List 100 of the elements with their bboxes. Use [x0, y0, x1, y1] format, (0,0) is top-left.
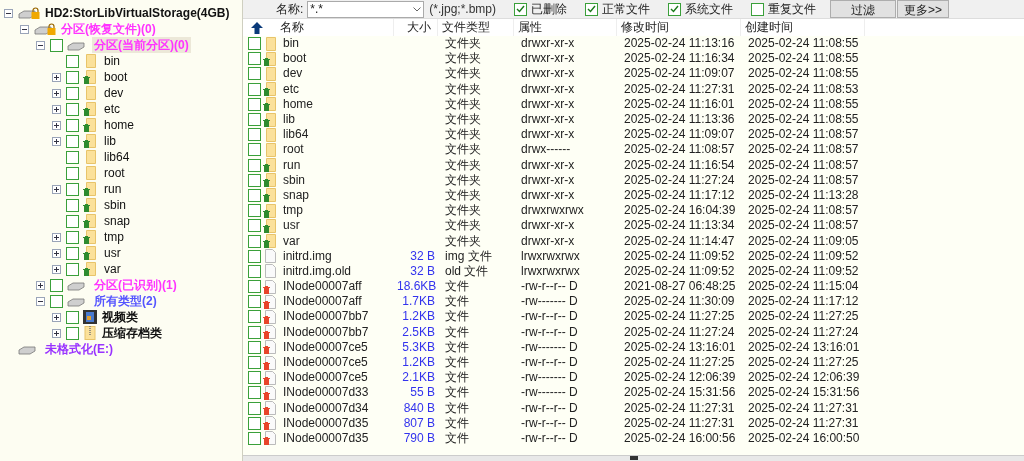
- checkbox[interactable]: [248, 310, 261, 324]
- checkbox[interactable]: [248, 82, 261, 96]
- table-cell-text: drwxr-xr-x: [520, 233, 576, 249]
- expand-toggle[interactable]: [52, 136, 61, 146]
- checkbox[interactable]: [66, 134, 79, 148]
- checkbox[interactable]: [66, 118, 79, 132]
- tree-item[interactable]: 压缩存档类: [100, 325, 164, 341]
- filter-option-label[interactable]: 正常文件: [602, 0, 651, 18]
- checkbox[interactable]: [248, 219, 261, 233]
- checkbox[interactable]: [248, 264, 261, 278]
- table-cell-text: 2025-02-24 11:08:57: [747, 142, 860, 158]
- checkbox[interactable]: [248, 295, 261, 309]
- checkbox[interactable]: [66, 230, 79, 244]
- checkbox[interactable]: [248, 386, 261, 400]
- tree-item[interactable]: lib64: [102, 149, 132, 165]
- checkbox[interactable]: [66, 262, 79, 276]
- collapse-toggle[interactable]: [36, 40, 45, 50]
- checkbox[interactable]: [248, 249, 261, 263]
- checkbox[interactable]: [248, 431, 261, 445]
- checkbox[interactable]: [248, 204, 261, 218]
- expand-toggle[interactable]: [52, 264, 61, 274]
- checkbox[interactable]: [248, 128, 261, 142]
- tree-item[interactable]: lib: [102, 133, 118, 149]
- checkbox[interactable]: [751, 2, 765, 16]
- tree-item[interactable]: run: [102, 181, 124, 197]
- checkbox[interactable]: [585, 2, 599, 16]
- table-cell-text: 2025-02-24 15:31:56: [747, 385, 861, 401]
- checkbox[interactable]: [248, 67, 261, 81]
- checkbox[interactable]: [50, 294, 63, 308]
- checkbox[interactable]: [248, 340, 261, 354]
- filter-option-label[interactable]: 重复文件: [768, 0, 817, 18]
- tree-item[interactable]: 所有类型(2): [92, 293, 159, 309]
- expand-toggle[interactable]: [52, 184, 61, 194]
- checkbox[interactable]: [248, 188, 261, 202]
- tree-item[interactable]: root: [102, 165, 127, 181]
- expand-toggle[interactable]: [52, 88, 61, 98]
- checkbox[interactable]: [248, 280, 261, 294]
- checkbox[interactable]: [248, 371, 261, 385]
- checkbox[interactable]: [66, 214, 79, 228]
- checkbox[interactable]: [248, 143, 261, 157]
- checkbox[interactable]: [66, 102, 79, 116]
- name-combo[interactable]: *.*: [307, 0, 425, 18]
- table-cell-text: 文件夹: [444, 127, 482, 143]
- checkbox[interactable]: [50, 278, 63, 292]
- tree-item[interactable]: home: [102, 117, 137, 133]
- tree-item[interactable]: var: [102, 261, 123, 277]
- checkbox[interactable]: [66, 182, 79, 196]
- collapse-toggle[interactable]: [36, 296, 45, 306]
- checkbox[interactable]: [248, 52, 261, 66]
- expand-toggle[interactable]: [52, 104, 61, 114]
- tree-item[interactable]: sbin: [102, 197, 128, 213]
- tree-item[interactable]: 未格式化(E:): [43, 341, 115, 357]
- expand-toggle[interactable]: [52, 120, 61, 130]
- expand-toggle[interactable]: [52, 328, 61, 338]
- tree-item[interactable]: HD2:StorLibVirtualStorage(4GB): [43, 5, 232, 21]
- expand-toggle[interactable]: [52, 232, 61, 242]
- tree-item[interactable]: snap: [102, 213, 133, 229]
- checkbox[interactable]: [248, 37, 261, 51]
- checkbox[interactable]: [248, 325, 261, 339]
- checkbox[interactable]: [66, 150, 79, 164]
- tree-item[interactable]: dev: [102, 85, 126, 101]
- checkbox[interactable]: [66, 310, 79, 324]
- table-cell-text: 2025-02-24 11:27:31: [623, 400, 736, 416]
- checkbox[interactable]: [66, 198, 79, 212]
- checkbox[interactable]: [248, 97, 261, 111]
- checkbox[interactable]: [66, 326, 79, 340]
- checkbox[interactable]: [248, 401, 261, 415]
- checkbox[interactable]: [50, 38, 63, 52]
- collapse-toggle[interactable]: [20, 24, 29, 34]
- checkbox[interactable]: [66, 70, 79, 84]
- tree-item[interactable]: boot: [102, 69, 130, 85]
- up-arrow-icon[interactable]: [251, 21, 263, 34]
- checkbox[interactable]: [248, 356, 261, 370]
- tree-item[interactable]: tmp: [102, 229, 126, 245]
- checkbox[interactable]: [66, 246, 79, 260]
- checkbox[interactable]: [668, 2, 682, 16]
- checkbox[interactable]: [66, 166, 79, 180]
- expand-toggle[interactable]: [52, 312, 61, 322]
- checkbox[interactable]: [66, 54, 79, 68]
- filter-option-label[interactable]: 系统文件: [685, 0, 734, 18]
- filter-button[interactable]: 过滤: [830, 0, 897, 18]
- collapse-toggle[interactable]: [4, 8, 13, 18]
- expand-toggle[interactable]: [52, 248, 61, 258]
- tree-item[interactable]: bin: [102, 53, 122, 69]
- checkbox[interactable]: [514, 2, 528, 16]
- filter-option-label[interactable]: 已删除: [531, 0, 568, 18]
- table-cell-text: 32 B: [409, 263, 436, 279]
- checkbox[interactable]: [248, 113, 261, 127]
- tree-item[interactable]: etc: [102, 101, 122, 117]
- tree-item[interactable]: usr: [102, 245, 123, 261]
- checkbox[interactable]: [248, 158, 261, 172]
- filter-button[interactable]: 更多>>: [897, 0, 950, 18]
- expand-toggle[interactable]: [36, 280, 45, 290]
- checkbox[interactable]: [248, 234, 261, 248]
- checkbox[interactable]: [248, 173, 261, 187]
- tree-item[interactable]: 视频类: [100, 309, 140, 325]
- checkbox[interactable]: [66, 86, 79, 100]
- checkbox[interactable]: [248, 416, 261, 430]
- expand-toggle[interactable]: [52, 72, 61, 82]
- splitter-handle[interactable]: [629, 456, 638, 460]
